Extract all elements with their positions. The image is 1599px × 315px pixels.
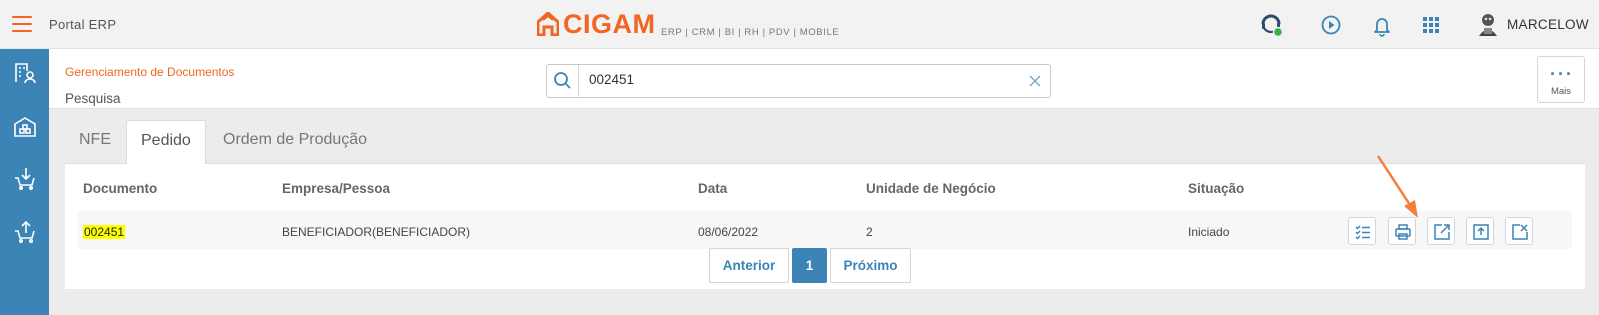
tab-ordem-de-producao[interactable]: Ordem de Produção xyxy=(209,120,381,164)
clear-icon[interactable] xyxy=(1028,74,1042,88)
sub-header: Gerenciamento de Documentos Pesquisa ···… xyxy=(49,49,1599,109)
cart-upload-icon[interactable] xyxy=(13,219,37,243)
cell-documento[interactable]: 002451 xyxy=(83,225,126,239)
page-title: Pesquisa xyxy=(65,91,121,106)
cell-data: 08/06/2022 xyxy=(698,225,759,239)
column-header-situacao: Situação xyxy=(1188,181,1245,196)
column-header-data: Data xyxy=(698,181,728,196)
next-page-button[interactable]: Próximo xyxy=(830,248,911,283)
checklist-icon xyxy=(1355,225,1370,240)
logo-text: CIGAM xyxy=(563,8,656,39)
breadcrumb[interactable]: Gerenciamento de Documentos xyxy=(65,65,234,79)
avatar xyxy=(1479,14,1497,36)
building-person-icon[interactable] xyxy=(13,61,37,85)
cell-unidade: 2 xyxy=(866,225,873,239)
warehouse-icon[interactable] xyxy=(13,115,37,139)
tab-bar: NFE Pedido Ordem de Produção xyxy=(65,120,1585,165)
page-1-button[interactable]: 1 xyxy=(792,248,827,283)
cell-empresa: BENEFICIADOR(BENEFICIADOR) xyxy=(282,225,471,239)
cigam-logo: CIGAM xyxy=(537,8,656,39)
logo-mark-icon xyxy=(537,12,559,36)
sidebar xyxy=(0,49,49,315)
search-input[interactable] xyxy=(589,72,1009,87)
cart-download-icon[interactable] xyxy=(13,166,37,190)
checklist-button[interactable] xyxy=(1348,217,1376,245)
more-button[interactable]: ··· Mais xyxy=(1537,56,1585,103)
support-agent-icon[interactable] xyxy=(1259,12,1285,38)
column-header-empresa: Empresa/Pessoa xyxy=(282,181,391,196)
document-number[interactable]: 002451 xyxy=(83,225,126,239)
close-export-icon xyxy=(1512,224,1528,240)
search-box xyxy=(546,64,1051,98)
user-name: MARCELOW xyxy=(1507,16,1589,32)
upload-icon xyxy=(1473,224,1489,240)
play-circle-icon[interactable] xyxy=(1318,12,1344,38)
edit-export-icon xyxy=(1434,224,1450,240)
cell-situacao: Iniciado xyxy=(1188,225,1230,239)
more-dots-icon: ··· xyxy=(1550,64,1574,84)
menu-icon[interactable] xyxy=(12,16,32,32)
print-icon xyxy=(1395,224,1411,240)
prev-page-button[interactable]: Anterior xyxy=(709,248,789,283)
column-header-unidade: Unidade de Negócio xyxy=(866,181,996,196)
upload-button[interactable] xyxy=(1466,217,1494,245)
column-header-documento: Documento xyxy=(83,181,158,196)
tab-nfe[interactable]: NFE xyxy=(65,120,125,164)
more-label: Mais xyxy=(1550,86,1572,97)
tab-pedido[interactable]: Pedido xyxy=(126,120,206,165)
top-bar: Portal ERP CIGAM ERP | CRM | BI | RH | P… xyxy=(0,0,1599,49)
logo-subtitle: ERP | CRM | BI | RH | PDV | MOBILE xyxy=(661,27,840,38)
edit-export-button[interactable] xyxy=(1427,217,1455,245)
annotation-arrow-icon xyxy=(1376,155,1418,218)
close-export-button[interactable] xyxy=(1505,217,1533,245)
search-icon[interactable] xyxy=(547,65,579,97)
app-title: Portal ERP xyxy=(49,17,117,32)
user-menu[interactable]: MARCELOW xyxy=(1475,11,1589,37)
table-row[interactable]: 002451 BENEFICIADOR(BENEFICIADOR) 08/06/… xyxy=(78,211,1572,249)
apps-grid-icon[interactable] xyxy=(1418,12,1444,38)
bell-icon[interactable] xyxy=(1369,12,1395,38)
